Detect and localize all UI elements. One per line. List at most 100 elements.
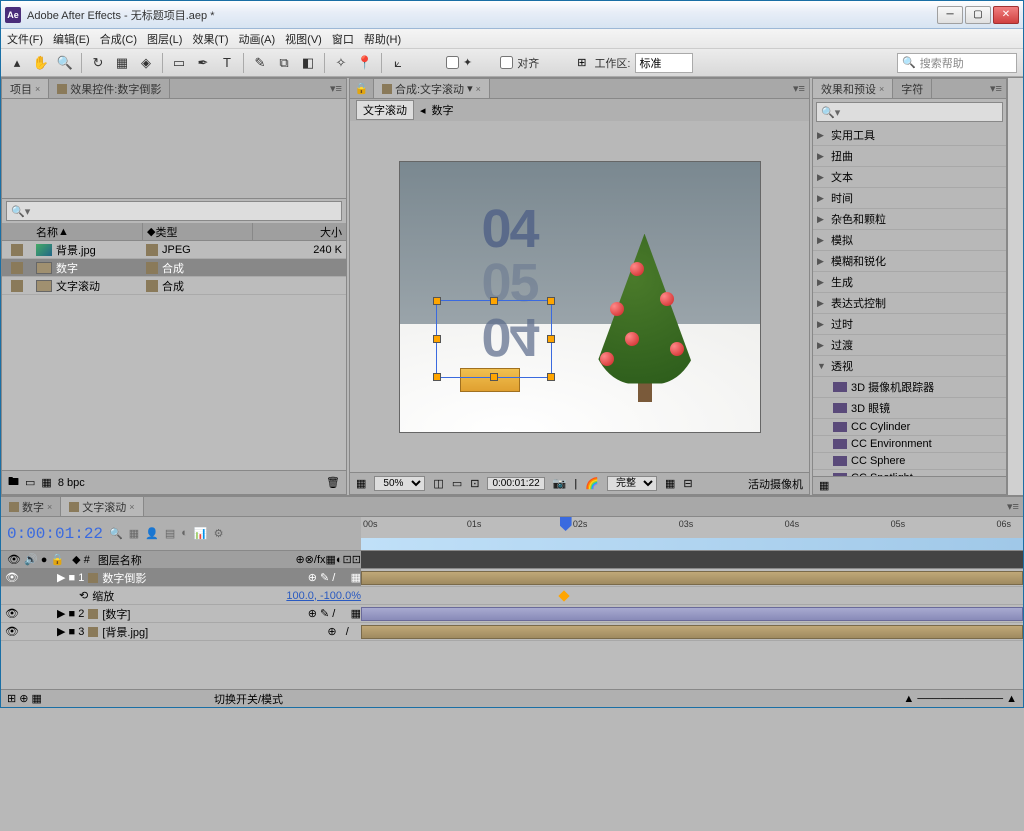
selection-box[interactable] <box>436 300 552 378</box>
grid-icon[interactable]: ▦ <box>356 477 366 490</box>
camera-select[interactable]: 活动摄像机 <box>748 476 803 492</box>
help-search[interactable]: 🔍 搜索帮助 <box>897 53 1017 73</box>
channel-icon[interactable]: 🌈 <box>585 477 599 490</box>
eraser-tool[interactable]: ◧ <box>298 53 318 73</box>
fx-item[interactable]: CC Environment <box>813 436 1006 453</box>
composition-viewport[interactable]: 04 05 04 <box>350 121 809 472</box>
menu-window[interactable]: 窗口 <box>332 31 354 47</box>
tab-effects[interactable]: 效果和预设 × <box>813 79 893 98</box>
text-tool[interactable]: T <box>217 53 237 73</box>
clone-tool[interactable]: ⧉ <box>274 53 294 73</box>
property-row[interactable]: ⟲ 缩放100.0, -100.0% <box>1 587 1023 605</box>
tab-effect-controls[interactable]: 效果控件:数字倒影 <box>49 79 170 98</box>
brainstorm-icon[interactable]: ⚙ <box>214 527 224 540</box>
lock-icon[interactable]: 🔒 <box>350 79 374 98</box>
fx-group[interactable]: ▶时间 <box>813 188 1006 209</box>
menu-layer[interactable]: 图层(L) <box>147 31 182 47</box>
fx-group[interactable]: ▶生成 <box>813 272 1006 293</box>
col-layer-name[interactable]: 图层名称 <box>98 552 142 568</box>
search-icon[interactable]: 🔍 <box>109 527 123 540</box>
selection-tool[interactable]: ▴ <box>7 53 27 73</box>
layer-row[interactable]: 👁▶ ■ 3 [背景.jpg]⊕ / <box>1 623 1023 641</box>
comp-mini-icon[interactable]: ▦ <box>129 527 139 540</box>
fx-group-open[interactable]: ▼透视 <box>813 356 1006 377</box>
pen-tool[interactable]: ✒ <box>193 53 213 73</box>
current-time[interactable]: 0:00:01:22 <box>7 525 103 543</box>
project-search[interactable]: 🔍▾ <box>6 201 342 221</box>
project-item[interactable]: 背景.jpg JPEG 240 K <box>2 241 346 259</box>
fx-group[interactable]: ▶文本 <box>813 167 1006 188</box>
breadcrumb-item[interactable]: 数字 <box>432 102 454 118</box>
camera-tool[interactable]: ▦ <box>112 53 132 73</box>
time-ruler[interactable]: 00s 01s 02s 03s 04s 05s 06s <box>361 517 1023 551</box>
workspace-select[interactable]: 标准 <box>635 53 693 73</box>
menu-edit[interactable]: 编辑(E) <box>53 31 90 47</box>
minimize-button[interactable]: ─ <box>937 6 963 24</box>
res-icon[interactable]: ◫ <box>433 477 443 490</box>
fx-item[interactable]: CC Cylinder <box>813 419 1006 436</box>
panel-menu-icon[interactable]: ▾≡ <box>1003 497 1023 516</box>
region-icon[interactable]: ⊡ <box>470 477 479 490</box>
menu-comp[interactable]: 合成(C) <box>100 31 137 47</box>
rotation-tool[interactable]: ↻ <box>88 53 108 73</box>
fx-group[interactable]: ▶模糊和锐化 <box>813 251 1006 272</box>
frame-blend-icon[interactable]: ▤ <box>165 527 175 540</box>
align-check[interactable]: 对齐 <box>500 55 539 71</box>
effects-search[interactable]: 🔍▾ <box>816 102 1003 122</box>
toggle-icon[interactable]: ⊞ ⊕ ▦ <box>7 692 42 705</box>
menu-view[interactable]: 视图(V) <box>285 31 322 47</box>
fx-group[interactable]: ▶杂色和颗粒 <box>813 209 1006 230</box>
zoom-tool[interactable]: 🔍 <box>55 53 75 73</box>
menu-anim[interactable]: 动画(A) <box>239 31 276 47</box>
puppet-tool[interactable]: 📍 <box>355 53 375 73</box>
zoom-select[interactable]: 50% <box>374 476 425 491</box>
fx-group[interactable]: ▶表达式控制 <box>813 293 1006 314</box>
playhead[interactable] <box>560 517 572 531</box>
fx-group[interactable]: ▶模拟 <box>813 230 1006 251</box>
fx-item[interactable]: CC Sphere <box>813 453 1006 470</box>
panel-menu-icon[interactable]: ▾≡ <box>986 79 1006 98</box>
fx-group[interactable]: ▶过渡 <box>813 335 1006 356</box>
graph-icon[interactable]: 📊 <box>194 527 208 540</box>
menu-help[interactable]: 帮助(H) <box>364 31 401 47</box>
motion-blur-icon[interactable]: ◐ <box>181 527 188 540</box>
snapshot-icon[interactable]: 📷 <box>553 477 567 490</box>
bpc-button[interactable]: 8 bpc <box>58 477 85 489</box>
menu-file[interactable]: 文件(F) <box>7 31 43 47</box>
scrollbar[interactable] <box>1007 78 1023 495</box>
tab-project[interactable]: 项目 × <box>2 79 49 98</box>
mask-icon[interactable]: ▭ <box>452 477 462 490</box>
layer-row[interactable]: 👁▶ ■ 2 [数字]⊕ ✎ / ▦ <box>1 605 1023 623</box>
shy-icon[interactable]: 👤 <box>145 527 159 540</box>
fx-group[interactable]: ▶扭曲 <box>813 146 1006 167</box>
res-select[interactable]: 完整 <box>607 476 657 491</box>
exposure-icon[interactable]: ▦ <box>665 477 675 490</box>
viewer-timecode[interactable]: 0:00:01:22 <box>487 477 544 490</box>
interpret-icon[interactable]: 🖿 <box>8 473 19 492</box>
maximize-button[interactable]: ▢ <box>965 6 991 24</box>
anchor-tool[interactable]: ◈ <box>136 53 156 73</box>
col-size[interactable]: 大小 <box>252 223 346 240</box>
panel-menu-icon[interactable]: ▾≡ <box>789 79 809 98</box>
snap-check[interactable]: ✦ <box>446 56 472 69</box>
tab-timeline[interactable]: 数字 × <box>1 497 61 516</box>
fx-item[interactable]: 3D 眼镜 <box>813 398 1006 419</box>
breadcrumb-item[interactable]: 文字滚动 <box>356 100 414 120</box>
tab-comp[interactable]: 合成:文字滚动 ▾ × <box>374 79 490 98</box>
roto-tool[interactable]: ✧ <box>331 53 351 73</box>
fx-group[interactable]: ▶过时 <box>813 314 1006 335</box>
tab-timeline[interactable]: 文字滚动 × <box>61 497 143 516</box>
brush-tool[interactable]: ✎ <box>250 53 270 73</box>
folder-icon[interactable]: ▭ <box>25 476 35 489</box>
col-type[interactable]: ◆ 类型 <box>142 223 252 240</box>
panel-menu-icon[interactable]: ▾≡ <box>326 79 346 98</box>
switches-toggle[interactable]: 切换开关/模式 <box>214 691 283 707</box>
layer-row[interactable]: 👁▶ ■ 1 数字倒影⊕ ✎ / ▦ <box>1 569 1023 587</box>
rect-tool[interactable]: ▭ <box>169 53 189 73</box>
project-item[interactable]: 文字滚动 合成 <box>2 277 346 295</box>
comp-icon[interactable]: ▦ <box>41 476 51 489</box>
close-button[interactable]: ✕ <box>993 6 1019 24</box>
project-item[interactable]: 数字 合成 <box>2 259 346 277</box>
hand-tool[interactable]: ✋ <box>31 53 51 73</box>
menu-effect[interactable]: 效果(T) <box>192 31 228 47</box>
